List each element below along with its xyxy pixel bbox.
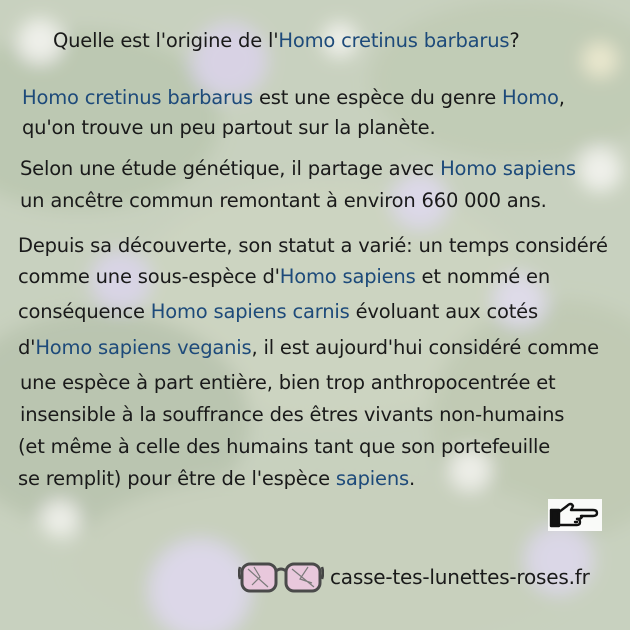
quote-card: Quelle est l'origine de l'Homo cretinus … xyxy=(0,0,630,630)
paragraph-3-line-7: (et même à celle des humains tant que so… xyxy=(18,435,551,458)
paragraph-3-line-1: Depuis sa découverte, son statut a varié… xyxy=(18,234,608,257)
paragraph-3-line-2: comme une sous-espèce d'Homo sapiens et … xyxy=(18,265,551,288)
page-title: Quelle est l'origine de l'Homo cretinus … xyxy=(53,29,520,52)
paragraph-3-line-4: d'Homo sapiens veganis, il est aujourd'h… xyxy=(18,336,599,359)
pink-glasses-icon xyxy=(238,562,324,593)
paragraph-3-line-5: une espèce à part entière, bien trop ant… xyxy=(20,371,556,394)
paragraph-3-line-6: insensible à la souffrance des êtres viv… xyxy=(20,403,565,426)
paragraph-1-line-1: Homo cretinus barbarus est une espèce du… xyxy=(22,86,565,109)
paragraph-1-line-2: qu'on trouve un peu partout sur la planè… xyxy=(22,116,436,139)
paragraph-3-line-8: se remplit) pour être de l'espèce sapien… xyxy=(18,467,415,490)
paragraph-2-line-1: Selon une étude génétique, il partage av… xyxy=(20,157,576,180)
pointing-hand-icon[interactable] xyxy=(547,498,603,532)
website-url: casse-tes-lunettes-roses.fr xyxy=(330,565,590,589)
title-highlight: Homo cretinus barbarus xyxy=(278,29,510,52)
paragraph-2-line-2: un ancêtre commun remontant à environ 66… xyxy=(20,189,547,212)
paragraph-3-line-3: conséquence Homo sapiens carnis évoluant… xyxy=(18,300,538,323)
